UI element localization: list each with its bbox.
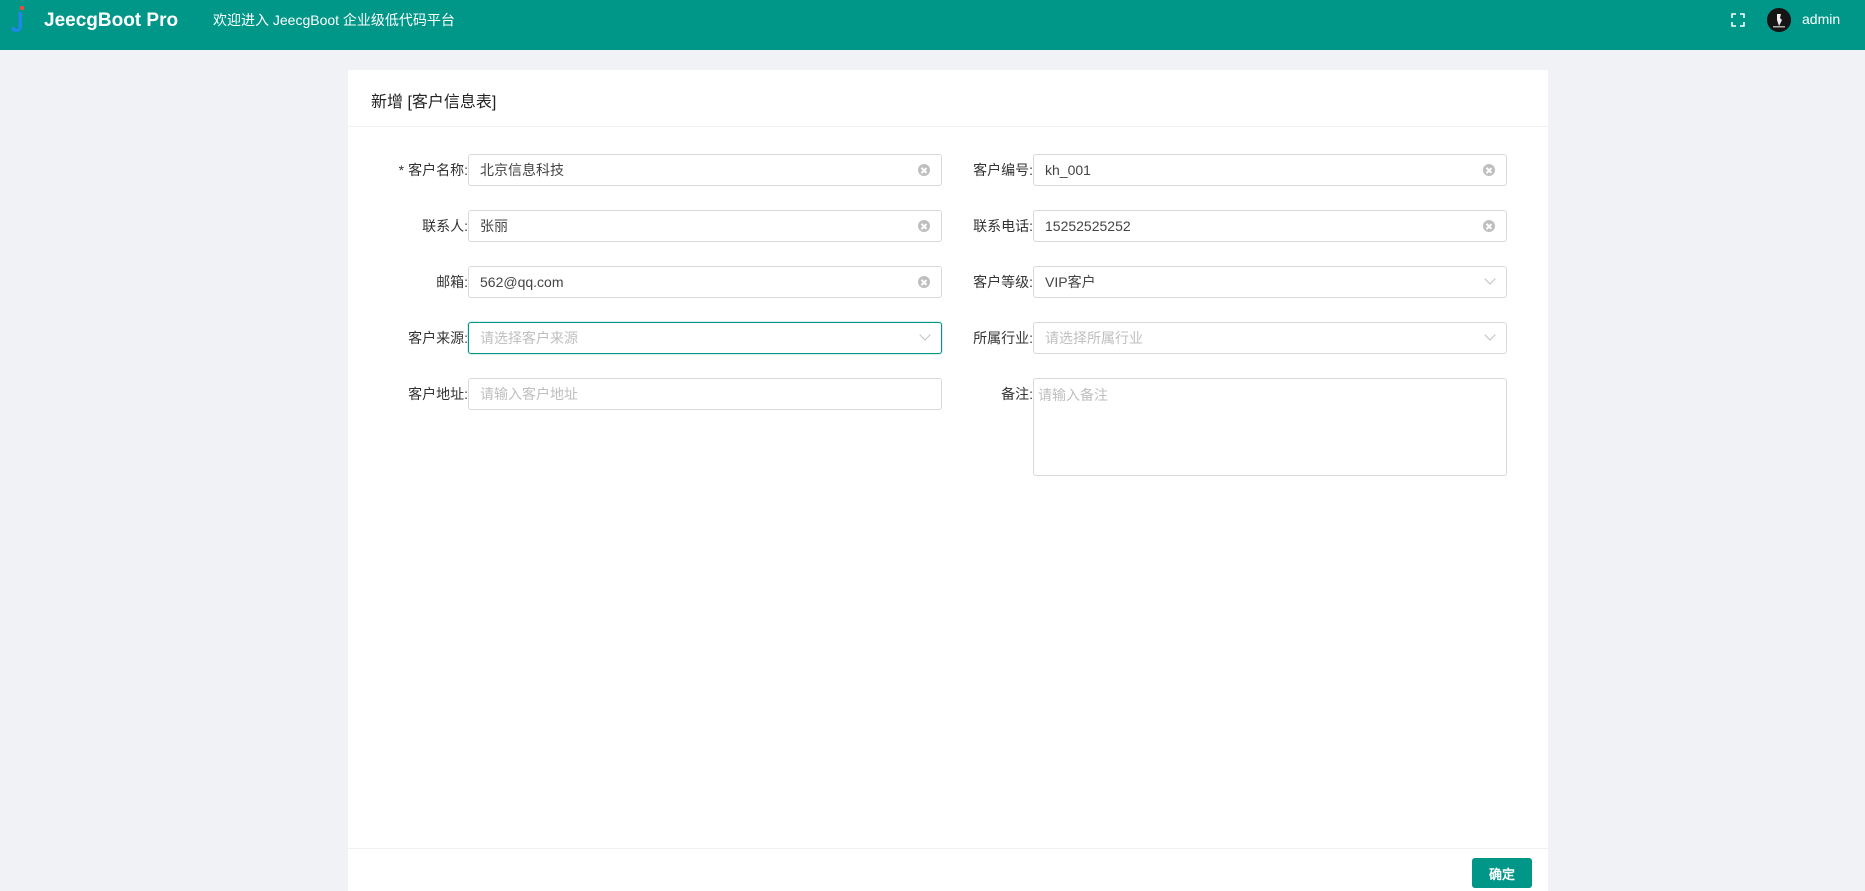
address-placeholder: 请输入客户地址	[480, 386, 578, 402]
contact-value: 张丽	[480, 218, 508, 234]
remark-label: 备注:	[1001, 386, 1033, 402]
industry-label: 所属行业:	[973, 330, 1033, 346]
fullscreen-icon[interactable]	[1730, 12, 1746, 28]
clear-icon[interactable]	[1483, 220, 1495, 232]
avatar[interactable]	[1767, 8, 1791, 32]
top-header: JeecgBoot Pro 欢迎进入 JeecgBoot 企业级低代码平台 ad…	[0, 0, 1865, 50]
email-value: 562@qq.com	[480, 274, 564, 290]
chevron-down-icon	[1484, 329, 1496, 341]
welcome-text: 欢迎进入 JeecgBoot 企业级低代码平台	[213, 12, 455, 28]
jeecg-logo-icon	[11, 6, 24, 32]
customer-code-field[interactable]: kh_001	[1033, 154, 1507, 186]
level-select[interactable]: VIP客户	[1033, 266, 1507, 298]
required-mark: *	[398, 162, 405, 178]
customer-name-value: 北京信息科技	[480, 162, 564, 178]
remark-placeholder: 请输入备注	[1038, 387, 1108, 403]
card-title: 新增 [客户信息表]	[371, 94, 497, 111]
remark-textarea[interactable]: 请输入备注	[1033, 378, 1507, 476]
email-label: 邮箱:	[436, 274, 468, 290]
avatar-image-icon	[1767, 8, 1791, 32]
source-placeholder: 请选择客户来源	[480, 330, 578, 346]
customer-name-field[interactable]: 北京信息科技	[468, 154, 942, 186]
email-field[interactable]: 562@qq.com	[468, 266, 942, 298]
username[interactable]: admin	[1802, 11, 1840, 27]
app-name: JeecgBoot Pro	[44, 10, 179, 31]
phone-field[interactable]: 15252525252	[1033, 210, 1507, 242]
source-label: 客户来源:	[408, 330, 468, 346]
industry-select[interactable]: 请选择所属行业	[1033, 322, 1507, 354]
chevron-down-icon	[1484, 273, 1496, 285]
industry-placeholder: 请选择所属行业	[1045, 330, 1143, 346]
source-select[interactable]: 请选择客户来源	[468, 322, 942, 354]
phone-value: 15252525252	[1045, 218, 1131, 234]
title-divider	[348, 126, 1548, 127]
address-field[interactable]: 请输入客户地址	[468, 378, 942, 410]
customer-code-value: kh_001	[1045, 162, 1091, 178]
customer-name-label: * 客户名称:	[348, 154, 468, 186]
contact-field[interactable]: 张丽	[468, 210, 942, 242]
customer-code-label: 客户编号:	[973, 162, 1033, 178]
level-value: VIP客户	[1045, 274, 1096, 290]
phone-label: 联系电话:	[973, 218, 1033, 234]
ok-button[interactable]: 确定	[1472, 858, 1532, 888]
footer-divider	[348, 848, 1548, 849]
clear-icon[interactable]	[1483, 164, 1495, 176]
level-label: 客户等级:	[973, 274, 1033, 290]
customer-name-label-text: 客户名称:	[408, 162, 468, 178]
contact-label: 联系人:	[422, 218, 468, 234]
form-card: 新增 [客户信息表] * 客户名称: 北京信息科技 客户编号: kh_001 联系…	[348, 70, 1548, 891]
address-label: 客户地址:	[408, 386, 468, 402]
